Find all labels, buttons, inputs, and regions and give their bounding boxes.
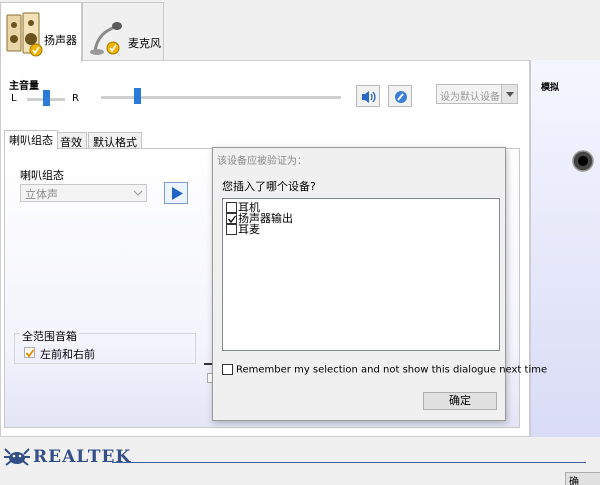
remember-selection[interactable]: Remember my selection and not show this … [222,364,547,376]
headset-label: 耳麦 [238,223,260,236]
subtab-speaker-config-label: 喇叭组态 [9,134,53,147]
settings-button[interactable] [388,85,412,107]
audio-jack-icon[interactable] [571,149,595,173]
balance-slider-thumb[interactable] [43,90,50,106]
microphone-icon [90,22,122,55]
remember-checkbox[interactable] [222,364,233,375]
speaker-config-select-value: 立体声 [25,188,58,201]
speaker-config-select[interactable]: 立体声 [20,184,147,202]
headset-checkbox[interactable] [226,224,237,235]
test-play-button[interactable] [164,182,188,204]
speaker-stand-decoration [204,363,212,365]
ok-button[interactable]: 确定 [423,392,497,410]
tab-microphone-label: 麦克风 [128,37,161,50]
balance-left-label: L [11,93,17,104]
realtek-crab-logo [4,448,30,466]
remember-label: Remember my selection and not show this … [236,364,548,376]
footer-divider [112,462,586,463]
front-left-right-checkbox[interactable] [24,347,35,358]
analog-label: 模拟 [541,83,560,93]
play-icon [172,187,183,200]
main-volume-label: 主音量 [9,81,39,92]
dialog-title: 该设备应被验证为： [217,156,307,167]
mute-button[interactable] [356,85,380,107]
balance-right-label: R [72,93,79,104]
chevron-down-icon [133,190,143,196]
confirm-button[interactable]: 确 [565,472,600,485]
set-default-device-label: 设为默认设备 [440,92,500,103]
subtab-default-format[interactable]: 默认格式 [88,132,142,149]
connector-panel: 模拟 [530,60,600,437]
dropdown-arrow-icon [501,85,517,103]
wrench-icon [395,91,407,103]
volume-icon [362,91,376,103]
checkmark-icon [227,215,237,224]
subtab-speaker-config[interactable]: 喇叭组态 [4,130,58,149]
front-left-right-label: 左前和右前 [40,348,95,361]
speaker-out-checkbox[interactable] [226,213,237,224]
brand-name: REALTEK [33,447,132,467]
headphones-checkbox[interactable] [226,202,237,213]
speaker-icon [6,12,43,57]
checkmark-icon [25,349,35,358]
tab-speaker-label: 扬声器 [44,34,77,47]
fullrange-group-label: 全范围音箱 [20,328,79,344]
set-default-device-button[interactable]: 设为默认设备 [436,84,518,104]
list-item-headset[interactable]: 耳麦 [226,224,260,236]
tab-speaker[interactable]: 扬声器 [0,2,82,62]
tab-microphone[interactable]: 麦克风 [82,2,164,60]
device-verify-dialog: 该设备应被验证为： 您插入了哪个设备? 耳机 扬声器输出 耳麦 Remember… [212,147,547,421]
volume-slider-thumb[interactable] [134,88,141,104]
speaker-config-group-label: 喇叭组态 [20,169,64,182]
device-list: 耳机 扬声器输出 耳麦 [222,198,500,351]
dialog-prompt: 您插入了哪个设备? [222,180,316,193]
subtab-effects[interactable]: 音效 [55,132,87,149]
